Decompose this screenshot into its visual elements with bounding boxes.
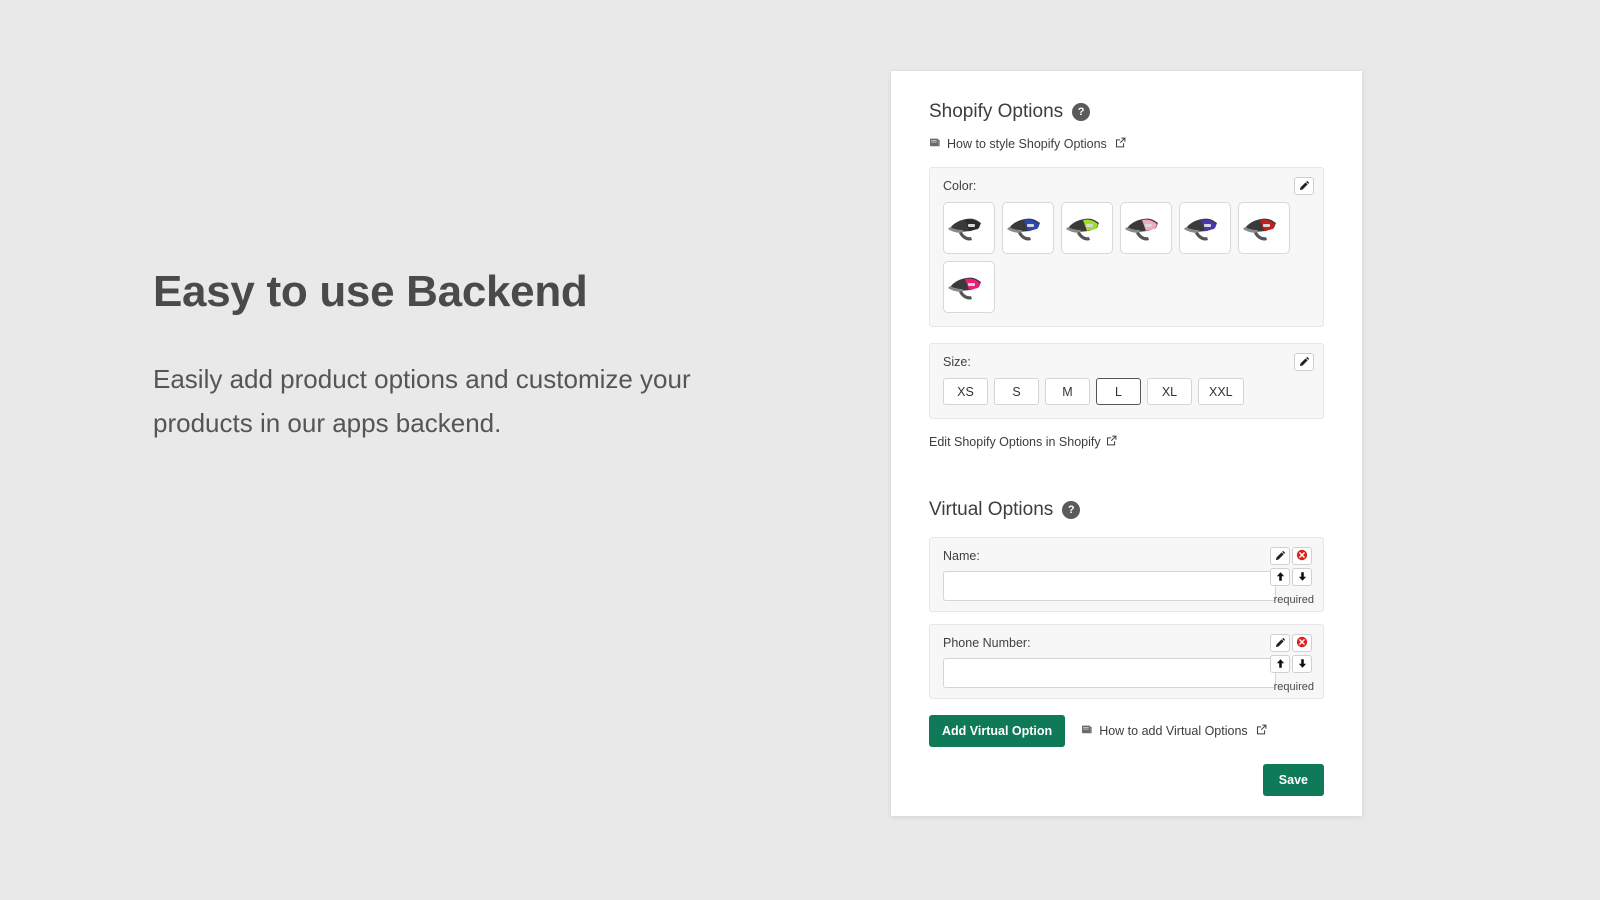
edit-size-option-button[interactable] [1294,353,1314,371]
external-link-icon [1115,137,1126,151]
page-root: Easy to use Backend Easily add product o… [0,0,1600,900]
size-button-xxl[interactable]: XXL [1198,378,1244,405]
color-label: Color: [943,179,977,193]
size-label: Size: [943,355,971,369]
color-swatch[interactable] [1120,202,1172,254]
delete-virtual-option-button[interactable] [1292,634,1312,652]
move-down-button[interactable] [1292,655,1312,673]
color-swatch[interactable] [1061,202,1113,254]
arrow-up-icon [1275,570,1286,585]
virtual-option-controls [1270,547,1314,586]
promo-section: Easy to use Backend Easily add product o… [153,267,713,446]
edit-shopify-options-link[interactable]: Edit Shopify Options in Shopify [929,435,1324,449]
options-card: Shopify Options ? How to style Shopify O… [891,71,1362,816]
help-icon[interactable]: ? [1072,103,1091,121]
size-button-list: XS S M L XL XXL [943,378,1310,405]
color-swatch[interactable] [943,261,995,313]
help-icon[interactable]: ? [1062,501,1081,519]
book-icon [929,137,941,151]
shopify-options-header: Shopify Options ? [929,101,1324,123]
book-icon [1081,724,1093,738]
edit-shopify-link-label: Edit Shopify Options in Shopify [929,435,1101,449]
size-button-xs[interactable]: XS [943,378,988,405]
how-to-add-virtual-options-link[interactable]: How to add Virtual Options [1081,724,1267,738]
doc-link-label: How to style Shopify Options [947,137,1107,151]
save-row: Save [929,764,1324,796]
arrow-down-icon [1297,570,1308,585]
external-link-icon [1106,435,1117,449]
pencil-icon [1299,355,1310,370]
arrow-up-icon [1275,657,1286,672]
virtual-option-name-input[interactable] [943,571,1276,601]
required-label: required [1273,594,1314,606]
color-swatch-list [943,202,1310,313]
edit-virtual-option-button[interactable] [1270,634,1290,652]
color-swatch[interactable] [943,202,995,254]
virtual-option-phone-input[interactable] [943,658,1276,688]
size-button-m[interactable]: M [1045,378,1090,405]
delete-circle-icon [1296,636,1308,651]
doc-link-label: How to add Virtual Options [1099,724,1248,738]
size-button-s[interactable]: S [994,378,1039,405]
size-button-l[interactable]: L [1096,378,1141,405]
delete-circle-icon [1296,549,1308,564]
required-label: required [1273,681,1314,693]
virtual-option-row: Name: required [929,537,1324,612]
color-option-group: Color: [929,167,1324,327]
virtual-options-title: Virtual Options [929,499,1054,520]
pencil-icon [1275,636,1286,651]
how-to-style-shopify-options-link[interactable]: How to style Shopify Options [929,137,1324,151]
size-button-xl[interactable]: XL [1147,378,1192,405]
virtual-option-row: Phone Number: required [929,624,1324,699]
move-down-button[interactable] [1292,568,1312,586]
virtual-option-label: Name: [943,549,980,563]
pencil-icon [1275,549,1286,564]
edit-color-option-button[interactable] [1294,177,1314,195]
save-button[interactable]: Save [1262,764,1324,796]
add-virtual-option-button[interactable]: Add Virtual Option [929,715,1066,747]
move-up-button[interactable] [1270,568,1290,586]
edit-virtual-option-button[interactable] [1270,547,1290,565]
color-swatch[interactable] [1179,202,1231,254]
page-title: Easy to use Backend [153,267,588,316]
size-option-group: Size: XS S M L XL XXL [929,343,1324,419]
virtual-options-header: Virtual Options ? [929,499,1324,521]
color-swatch[interactable] [1002,202,1054,254]
pencil-icon [1299,179,1310,194]
delete-virtual-option-button[interactable] [1292,547,1312,565]
virtual-option-controls [1270,634,1314,673]
arrow-down-icon [1297,657,1308,672]
shopify-options-title: Shopify Options [929,101,1064,122]
color-swatch[interactable] [1238,202,1290,254]
external-link-icon [1256,724,1267,738]
promo-description: Easily add product options and customize… [153,364,691,439]
virtual-option-label: Phone Number: [943,636,1031,650]
move-up-button[interactable] [1270,655,1290,673]
virtual-options-actions: Add Virtual Option How to add Virtual Op… [929,715,1324,747]
